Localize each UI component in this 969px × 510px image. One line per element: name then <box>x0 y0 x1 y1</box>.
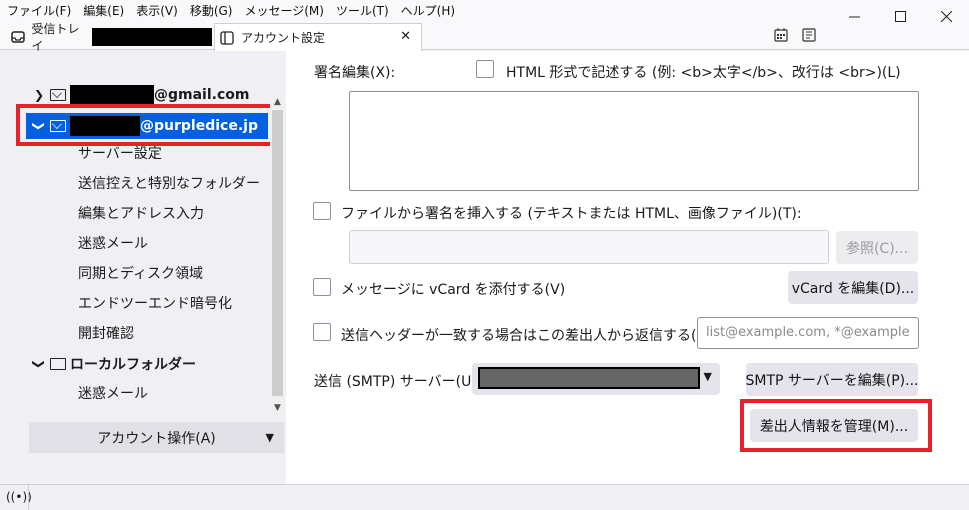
status-divider <box>28 485 29 510</box>
mail-icon <box>50 89 66 101</box>
tabbar-tools <box>773 26 817 44</box>
reply-header-label: 送信ヘッダーが一致する場合はこの差出人から返信する(D): <box>341 328 718 344</box>
sidebar-item-server-settings[interactable]: サーバー設定 <box>78 142 162 166</box>
tasks-icon[interactable] <box>801 26 817 44</box>
tab-bar: 受信トレイ アカウント設定 ✕ <box>0 22 969 53</box>
account-actions-label: アカウント操作(A) <box>97 430 216 447</box>
settings-page-icon <box>219 30 235 46</box>
signature-label: 署名編集(X): <box>314 65 396 81</box>
tab-inbox[interactable]: 受信トレイ <box>6 22 212 53</box>
sidebar-item-composition[interactable]: 編集とアドレス入力 <box>78 202 204 226</box>
browse-button[interactable]: 参照(C)... <box>836 231 918 264</box>
local-folders-row[interactable]: ❯ ローカルフォルダー <box>32 352 270 376</box>
scroll-thumb[interactable] <box>272 110 283 396</box>
sidebar-item-receipts[interactable]: 開封確認 <box>78 322 134 346</box>
account-suffix: @gmail.com <box>154 87 250 103</box>
sidebar-scrollbar[interactable]: ▲ ▼ <box>270 94 285 420</box>
vcard-label: メッセージに vCard を添付する(V) <box>341 282 566 298</box>
smtp-server-select[interactable]: ▼ <box>472 363 720 395</box>
vcard-checkbox[interactable] <box>313 278 331 296</box>
sidebar-item-junk[interactable]: 迷惑メール <box>78 232 148 256</box>
highlight-box <box>16 104 270 146</box>
smtp-label: 送信 (SMTP) サーバー(U): <box>314 374 482 390</box>
edit-smtp-button[interactable]: SMTP サーバーを編集(P)... <box>746 363 919 396</box>
html-signature-checkbox[interactable] <box>476 60 494 78</box>
reply-header-input[interactable]: list@example.com, *@example <box>697 317 919 349</box>
account-actions-button[interactable]: アカウント操作(A) ▼ <box>29 422 284 453</box>
file-signature-checkbox[interactable] <box>313 202 331 220</box>
scroll-up-icon[interactable]: ▲ <box>270 94 285 110</box>
folder-icon <box>50 358 66 370</box>
close-icon[interactable]: ✕ <box>400 29 411 44</box>
tab-inbox-label: 受信トレイ <box>31 21 80 53</box>
tab-settings-label: アカウント設定 <box>241 31 326 45</box>
settings-panel: 署名編集(X): HTML 形式で記述する (例: <b>太字</b>、改行は … <box>286 51 969 484</box>
sidebar-item-e2e[interactable]: エンドツーエンド暗号化 <box>78 292 232 316</box>
chevron-down-icon: ▼ <box>265 431 274 444</box>
redacted-username <box>70 85 154 105</box>
signature-textarea[interactable] <box>349 91 919 191</box>
account-tree: ❯ @gmail.com ❯ @purpledice.jp サーバー設定 送信控… <box>0 51 270 419</box>
menu-message[interactable]: メッセージ(M) <box>238 0 329 22</box>
scroll-down-icon[interactable]: ▼ <box>270 400 285 416</box>
menu-go[interactable]: 移動(G) <box>184 0 239 22</box>
sidebar-item-sync-disk[interactable]: 同期とディスク領域 <box>78 262 203 286</box>
chevron-down-icon: ▼ <box>703 370 712 383</box>
menu-help[interactable]: ヘルプ(H) <box>395 0 461 22</box>
reply-header-checkbox[interactable] <box>313 323 331 341</box>
menu-tools[interactable]: ツール(T) <box>330 0 395 22</box>
sidebar-item-copies-folders[interactable]: 送信控えと特別なフォルダー <box>78 172 260 196</box>
highlight-box <box>740 399 932 452</box>
html-checkbox-label: HTML 形式で記述する (例: <b>太字</b>、改行は <br>)(L) <box>506 65 901 81</box>
status-bar: ((•)) <box>0 484 969 510</box>
file-signature-label: ファイルから署名を挿入する (テキストまたは HTML、画像ファイル)(T): <box>341 206 802 222</box>
redacted-account-name <box>91 27 212 46</box>
menu-view[interactable]: 表示(V) <box>130 0 184 22</box>
chevron-right-icon[interactable]: ❯ <box>32 88 46 102</box>
inbox-icon <box>10 29 26 45</box>
tab-account-settings[interactable]: アカウント設定 ✕ <box>214 23 422 51</box>
local-folders-label: ローカルフォルダー <box>70 357 196 373</box>
chevron-down-icon[interactable]: ❯ <box>32 357 46 371</box>
sidebar-item-local-junk[interactable]: 迷惑メール <box>78 382 148 406</box>
menu-bar: ファイル(F) 編集(E) 表示(V) 移動(G) メッセージ(M) ツール(T… <box>0 0 969 22</box>
account-sidebar: ❯ @gmail.com ❯ @purpledice.jp サーバー設定 送信控… <box>0 51 286 484</box>
signature-file-path-input[interactable] <box>349 230 829 264</box>
edit-vcard-button[interactable]: vCard を編集(D)... <box>788 271 918 304</box>
redacted-smtp-server <box>478 367 700 389</box>
calendar-icon[interactable] <box>773 26 789 44</box>
